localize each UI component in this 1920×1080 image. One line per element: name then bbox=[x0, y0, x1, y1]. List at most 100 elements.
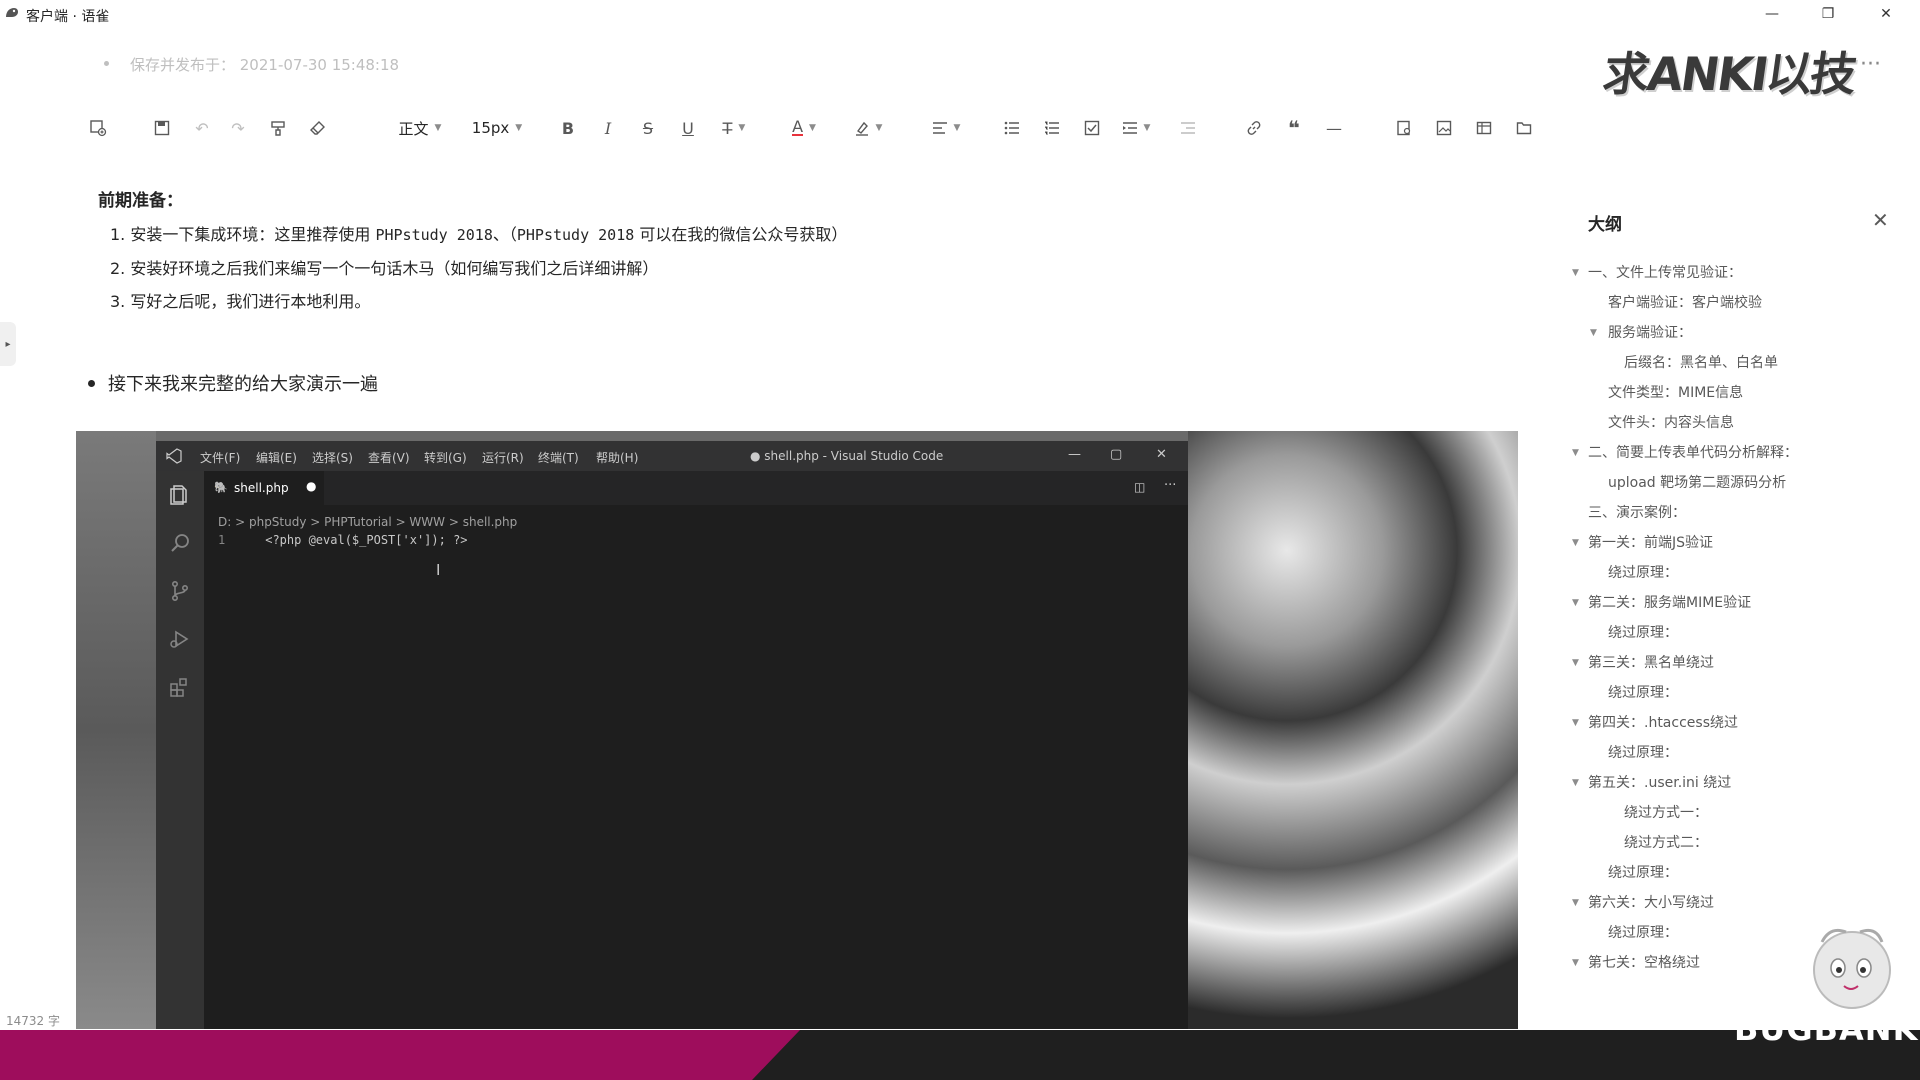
vscode-breadcrumb[interactable]: D: > phpStudy > PHPTutorial > WWW > shel… bbox=[218, 515, 517, 529]
image-icon[interactable] bbox=[1430, 110, 1458, 146]
vscode-menu-terminal[interactable]: 终端(T) bbox=[538, 449, 579, 466]
split-editor-icon[interactable]: ◫ bbox=[1134, 480, 1145, 494]
italic-icon[interactable]: I bbox=[594, 110, 622, 146]
chevron-down-icon[interactable]: ▼ bbox=[1572, 888, 1579, 918]
clear-format-icon[interactable] bbox=[304, 110, 332, 146]
vscode-menu-help[interactable]: 帮助(H) bbox=[596, 449, 638, 466]
source-control-icon[interactable] bbox=[168, 579, 192, 603]
outline-item-label: 第二关：服务端MIME验证 bbox=[1588, 595, 1752, 611]
task-list-icon[interactable] bbox=[1078, 110, 1106, 146]
outline-item[interactable]: 绕过原理： bbox=[1560, 738, 1900, 768]
align-icon[interactable]: ▼ bbox=[924, 110, 968, 146]
more-format-icon[interactable]: T̶ ▼ bbox=[712, 110, 756, 146]
chevron-down-icon[interactable]: ▼ bbox=[1572, 438, 1579, 468]
chevron-down-icon[interactable]: ▼ bbox=[1572, 948, 1579, 978]
outline-item[interactable]: 绕过原理： bbox=[1560, 558, 1900, 588]
outline-item[interactable]: ▼ 一、文件上传常见验证： bbox=[1560, 258, 1900, 288]
vscode-tab-bar: 🐘 shell.php ● ◫ ··· bbox=[204, 471, 1188, 505]
redo-icon[interactable]: ↷ bbox=[224, 110, 252, 146]
card-icon[interactable] bbox=[1390, 110, 1418, 146]
search-icon[interactable] bbox=[168, 531, 192, 555]
inline-code: PHPstudy 2018 bbox=[516, 226, 635, 244]
file-icon[interactable] bbox=[1510, 110, 1538, 146]
list-item: 3. 写好之后呢，我们进行本地利用。 bbox=[110, 285, 847, 318]
insert-icon[interactable] bbox=[84, 110, 112, 146]
vscode-maximize-icon[interactable]: ▢ bbox=[1110, 447, 1122, 462]
outline-item[interactable]: ▼ 二、简要上传表单代码分析解释： bbox=[1560, 438, 1900, 468]
ordered-list-icon[interactable] bbox=[1038, 110, 1066, 146]
close-button[interactable]: ✕ bbox=[1862, 2, 1910, 26]
outline-item[interactable]: 三、演示案例： bbox=[1560, 498, 1900, 528]
outline-item[interactable]: 文件类型：MIME信息 bbox=[1560, 378, 1900, 408]
outline-item[interactable]: ▼ 第五关：.user.ini 绕过 bbox=[1560, 768, 1900, 798]
indent-icon[interactable]: ▼ bbox=[1114, 110, 1158, 146]
font-color-icon[interactable]: A ▼ bbox=[782, 110, 826, 146]
outline-item[interactable]: 后缀名：黑名单、白名单 bbox=[1560, 348, 1900, 378]
outline-item[interactable]: 客户端验证：客户端校验 bbox=[1560, 288, 1900, 318]
more-menu-button[interactable]: ··· bbox=[1860, 52, 1881, 77]
outline-item[interactable]: ▼ 第二关：服务端MIME验证 bbox=[1560, 588, 1900, 618]
outline-item[interactable]: upload 靶场第二题源码分析 bbox=[1560, 468, 1900, 498]
more-actions-icon[interactable]: ··· bbox=[1164, 478, 1176, 493]
minimize-button[interactable]: — bbox=[1748, 2, 1796, 26]
vscode-menu-edit[interactable]: 编辑(E) bbox=[256, 449, 297, 466]
tab-shell-php[interactable]: 🐘 shell.php ● bbox=[204, 471, 324, 505]
chevron-down-icon[interactable]: ▼ bbox=[1572, 588, 1579, 618]
quote-icon[interactable]: ❝ bbox=[1280, 110, 1308, 146]
chevron-down-icon[interactable]: ▼ bbox=[1572, 528, 1579, 558]
chevron-down-icon[interactable]: ▼ bbox=[1590, 318, 1597, 348]
font-size-select[interactable]: 15px ▼ bbox=[464, 110, 530, 146]
paragraph-style-select[interactable]: 正文 ▼ bbox=[390, 110, 450, 146]
bold-icon[interactable]: B bbox=[554, 110, 582, 146]
paragraph-style-label: 正文 bbox=[398, 119, 429, 138]
link-icon[interactable] bbox=[1240, 110, 1268, 146]
outline-item[interactable]: ▼ 第三关：黑名单绕过 bbox=[1560, 648, 1900, 678]
outline-item[interactable]: 绕过原理： bbox=[1560, 858, 1900, 888]
outline-item[interactable]: 文件头：内容头信息 bbox=[1560, 408, 1900, 438]
sidebar-expand-handle[interactable]: ▸ bbox=[0, 322, 16, 366]
format-painter-icon[interactable] bbox=[264, 110, 292, 146]
embedded-screenshot[interactable]: 文件(F) 编辑(E) 选择(S) 查看(V) 转到(G) 运行(R) 终端(T… bbox=[76, 431, 1518, 1029]
vscode-menu-view[interactable]: 查看(V) bbox=[368, 449, 410, 466]
text-cursor-icon: I bbox=[436, 561, 441, 579]
background-art bbox=[76, 431, 156, 1029]
outline-item[interactable]: 绕过原理： bbox=[1560, 678, 1900, 708]
banner-brand: BUGBANK bbox=[1734, 1010, 1919, 1048]
outline-item[interactable]: 绕过方式二： bbox=[1560, 828, 1900, 858]
vscode-close-icon[interactable]: ✕ bbox=[1156, 447, 1167, 462]
list-number: 1. bbox=[110, 225, 126, 244]
vscode-menu-go[interactable]: 转到(G) bbox=[424, 449, 467, 466]
strikethrough-icon[interactable]: S bbox=[634, 110, 662, 146]
outline-item[interactable]: ▼ 第四关：.htaccess绕过 bbox=[1560, 708, 1900, 738]
vscode-menu-run[interactable]: 运行(R) bbox=[482, 449, 524, 466]
outline-close-icon[interactable]: ✕ bbox=[1872, 208, 1889, 232]
run-debug-icon[interactable] bbox=[168, 627, 192, 651]
explorer-icon[interactable] bbox=[168, 483, 192, 507]
highlight-icon[interactable]: ▼ bbox=[846, 110, 890, 146]
vscode-minimize-icon[interactable]: — bbox=[1068, 447, 1081, 462]
chevron-down-icon[interactable]: ▼ bbox=[1572, 648, 1579, 678]
outline-item[interactable]: 绕过方式一： bbox=[1560, 798, 1900, 828]
save-icon[interactable] bbox=[148, 110, 176, 146]
bullet-list-icon[interactable] bbox=[998, 110, 1026, 146]
unsaved-dot-icon[interactable]: ● bbox=[306, 479, 316, 493]
vscode-menu-selection[interactable]: 选择(S) bbox=[312, 449, 353, 466]
list-item: 1. 安装一下集成环境：这里推荐使用 PHPstudy 2018、（PHPstu… bbox=[110, 218, 847, 252]
chevron-down-icon[interactable]: ▼ bbox=[1572, 258, 1579, 288]
extensions-icon[interactable] bbox=[168, 675, 192, 699]
outline-item[interactable]: ▼ 第一关：前端JS验证 bbox=[1560, 528, 1900, 558]
outline-item[interactable]: ▼ 服务端验证： bbox=[1560, 318, 1900, 348]
undo-icon[interactable]: ↶ bbox=[188, 110, 216, 146]
maximize-button[interactable]: ❐ bbox=[1804, 2, 1852, 26]
outline-item-label: 绕过方式一： bbox=[1624, 805, 1708, 821]
chevron-down-icon[interactable]: ▼ bbox=[1572, 708, 1579, 738]
outdent-icon[interactable] bbox=[1174, 110, 1202, 146]
divider-icon[interactable]: — bbox=[1320, 110, 1348, 146]
outline-item[interactable]: 绕过原理： bbox=[1560, 618, 1900, 648]
table-icon[interactable] bbox=[1470, 110, 1498, 146]
vscode-menu-file[interactable]: 文件(F) bbox=[200, 449, 240, 466]
chevron-down-icon[interactable]: ▼ bbox=[1572, 768, 1579, 798]
underline-icon[interactable]: U bbox=[674, 110, 702, 146]
list-text: 可以在我的微信公众号获取） bbox=[634, 225, 848, 244]
code-line[interactable]: 1 <?php @eval($_POST['x']); ?> bbox=[218, 533, 468, 547]
